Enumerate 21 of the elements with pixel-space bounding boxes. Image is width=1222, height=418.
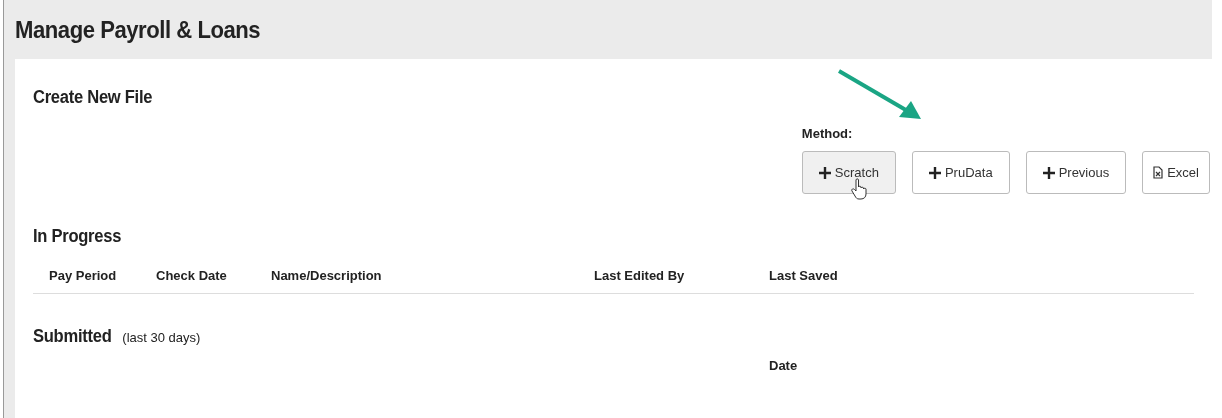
method-button[interactable]: PruData	[911, 151, 1010, 195]
plus-icon	[928, 166, 941, 179]
section-title: Create New File	[33, 86, 153, 109]
column-header: Name/Description	[271, 266, 383, 285]
method-button[interactable]: Excel	[1142, 151, 1210, 195]
method-label: Method:	[801, 124, 854, 143]
column-header: Last Edited By	[594, 266, 686, 285]
column-header: Date	[769, 357, 799, 375]
page-title: Manage Payroll & Loans	[14, 15, 261, 45]
section-title: Submitted	[33, 326, 112, 348]
column-header: Last Saved	[769, 266, 839, 285]
section-note: (last 30 days)	[122, 329, 201, 348]
plus-icon	[818, 166, 831, 179]
section-title: In Progress	[33, 226, 122, 248]
hand-cursor-icon	[850, 178, 869, 201]
column-header: Pay Period	[49, 266, 118, 285]
plus-icon	[1042, 166, 1055, 179]
method-button[interactable]: Scratch	[801, 151, 896, 195]
file-icon	[1153, 166, 1164, 180]
column-header: Check Date	[156, 266, 228, 285]
method-button[interactable]: Previous	[1025, 151, 1127, 195]
